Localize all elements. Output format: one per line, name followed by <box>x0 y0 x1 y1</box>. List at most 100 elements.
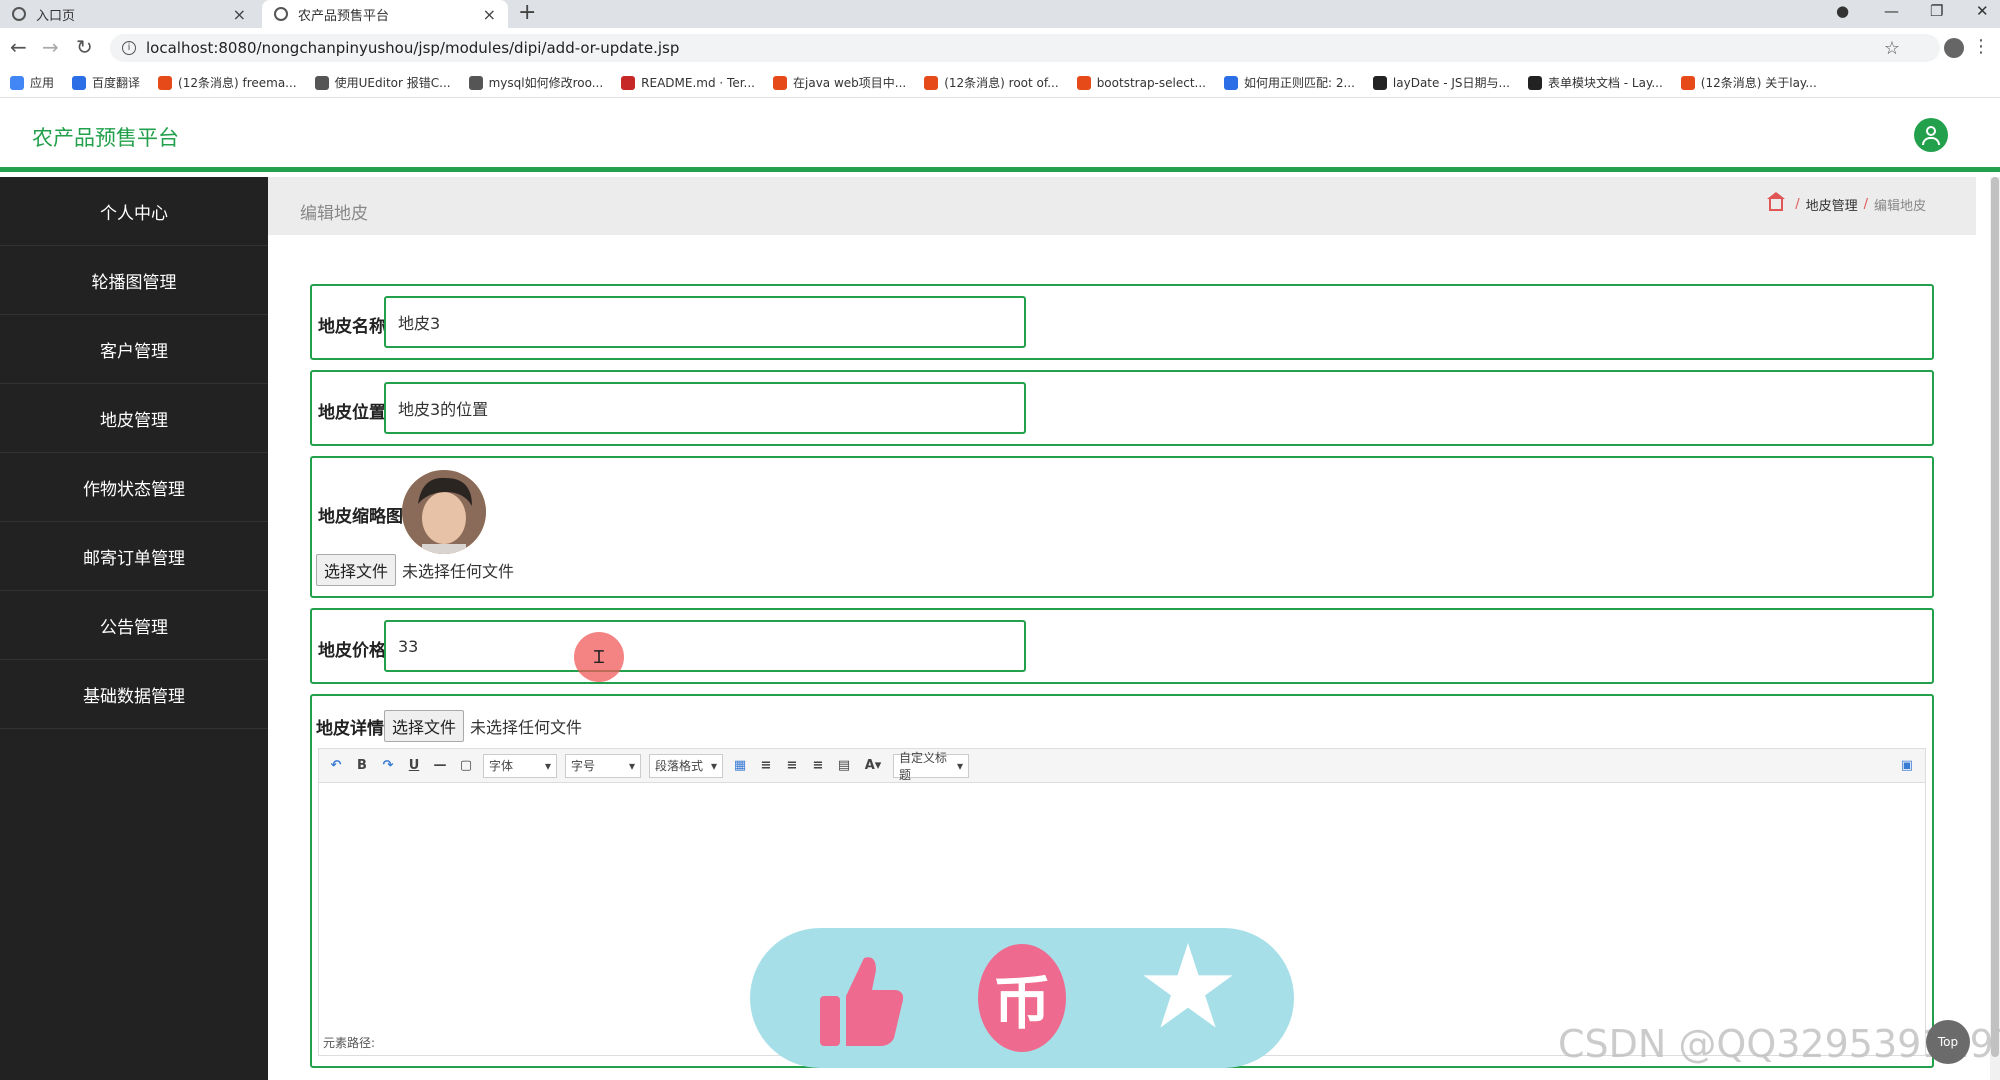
app-header: 农产品预售平台 <box>0 98 2000 172</box>
bookmark-label: layDate - JS日期与... <box>1392 76 1510 90</box>
browser-tab-entry[interactable]: 入口页 × <box>0 0 258 28</box>
app-title: 农产品预售平台 <box>32 126 179 150</box>
underline-icon[interactable]: U <box>405 758 423 773</box>
bookmark-star-icon[interactable]: ☆ <box>1884 38 1900 59</box>
minimize-icon[interactable]: — <box>1884 0 1899 28</box>
sidebar-item-customers[interactable]: 客户管理 <box>0 315 268 384</box>
page-title: 编辑地皮 <box>300 204 368 224</box>
bookmark-favicon-icon <box>158 75 173 90</box>
profile-dot-icon[interactable]: ● <box>1836 0 1849 28</box>
thumbnail-file-row: 选择文件 未选择任何文件 <box>316 554 514 586</box>
bookmark-label: 百度翻译 <box>92 76 141 90</box>
align-justify-icon[interactable]: ▤ <box>835 758 853 773</box>
bookmark-label: 表单模块文档 - Lay... <box>1547 76 1663 90</box>
bookmark-item[interactable]: (12条消息) 关于lay... <box>1680 74 1817 91</box>
browser-tab-platform[interactable]: 农产品预售平台 × <box>262 0 508 28</box>
account-icon[interactable] <box>1944 38 1964 58</box>
tab-close-icon[interactable]: × <box>233 5 246 24</box>
back-icon[interactable]: ← <box>10 36 27 58</box>
bookmark-item[interactable]: 如何用正则匹配: 2... <box>1223 74 1355 91</box>
bookmark-item[interactable]: (12条消息) freema... <box>158 74 297 91</box>
bookmark-item[interactable]: layDate - JS日期与... <box>1372 74 1510 91</box>
table-icon[interactable]: ▦ <box>731 758 749 773</box>
bookmark-label: README.md · Ter... <box>641 75 755 90</box>
bookmark-item[interactable]: 百度翻译 <box>72 74 140 91</box>
font-size-select[interactable]: 字号 ▾ <box>565 753 641 778</box>
horizontal-rule-icon[interactable]: — <box>431 758 449 773</box>
thumbs-up-icon[interactable] <box>816 952 906 1048</box>
bookmark-item[interactable]: README.md · Ter... <box>621 75 755 90</box>
align-left-icon[interactable]: ≡ <box>757 758 775 773</box>
bookmark-favicon-icon <box>1680 75 1695 90</box>
paragraph-format-select[interactable]: 段落格式 ▾ <box>649 753 723 778</box>
thumbnail-choose-file-button[interactable]: 选择文件 <box>316 554 397 586</box>
new-tab-button[interactable]: + <box>518 0 536 28</box>
field-land-price: 地皮价格 <box>310 608 1934 684</box>
align-center-icon[interactable]: ≡ <box>809 758 827 773</box>
globe-icon <box>12 7 26 21</box>
tab-label: 入口页 <box>36 8 76 24</box>
detail-file-status: 未选择任何文件 <box>470 718 583 737</box>
reaction-overlay: 币 ★ <box>750 928 1294 1068</box>
bookmark-item[interactable]: mysql如何修改roo... <box>468 74 603 91</box>
bookmark-item[interactable]: 表单模块文档 - Lay... <box>1527 74 1663 91</box>
land-price-input[interactable] <box>384 620 1026 672</box>
bookmark-item[interactable]: (12条消息) root of... <box>924 74 1059 91</box>
sidebar-item-mail-orders[interactable]: 邮寄订单管理 <box>0 522 268 591</box>
sidebar-item-announcements[interactable]: 公告管理 <box>0 591 268 660</box>
undo-icon[interactable]: ↶ <box>327 758 345 773</box>
bookmark-label: 应用 <box>30 76 55 90</box>
bookmark-label: (12条消息) 关于lay... <box>1700 76 1817 90</box>
coin-icon[interactable]: 币 <box>978 944 1066 1052</box>
favorite-star-icon[interactable]: ★ <box>1136 928 1240 1048</box>
breadcrumb-current: 编辑地皮 <box>1873 199 1926 214</box>
title-bar: 编辑地皮 / 地皮管理 / 编辑地皮 <box>268 177 1976 235</box>
info-icon[interactable]: i <box>122 41 136 55</box>
sidebar-item-carousel[interactable]: 轮播图管理 <box>0 246 268 315</box>
land-name-input[interactable] <box>384 296 1026 348</box>
field-land-thumbnail: 地皮缩略图 选择文件 未选择任何文件 <box>310 456 1934 598</box>
page-scrollbar[interactable] <box>1990 177 2000 1080</box>
font-family-select[interactable]: 字体 ▾ <box>483 753 557 778</box>
close-window-icon[interactable]: ✕ <box>1976 0 1989 28</box>
sidebar-item-personal-center[interactable]: 个人中心 <box>0 177 268 246</box>
custom-title-select[interactable]: 自定义标题 ▾ <box>893 751 969 782</box>
bookmark-favicon-icon <box>314 75 329 90</box>
home-icon[interactable] <box>1767 191 1786 211</box>
bookmark-favicon-icon <box>1527 75 1542 90</box>
browser-menu-icon[interactable]: ⋮ <box>1972 36 1990 57</box>
bookmark-favicon-icon <box>72 75 87 90</box>
blank-page-icon[interactable]: ▢ <box>457 758 475 773</box>
land-detail-label: 地皮详情 <box>316 718 384 739</box>
bookmark-item[interactable]: 应用 <box>10 74 54 91</box>
restore-icon[interactable]: ❐ <box>1930 0 1943 28</box>
reload-icon[interactable]: ↻ <box>76 36 93 58</box>
redo-icon[interactable]: ↷ <box>379 758 397 773</box>
bookmark-favicon-icon <box>621 75 636 90</box>
breadcrumb-parent[interactable]: 地皮管理 <box>1806 195 1858 214</box>
text-color-icon[interactable]: A▾ <box>861 758 885 773</box>
bookmark-label: 使用UEditor 报错C... <box>334 76 451 90</box>
bookmark-favicon-icon <box>1076 75 1091 90</box>
sidebar-item-base-data[interactable]: 基础数据管理 <box>0 660 268 729</box>
detail-choose-file-button[interactable]: 选择文件 <box>384 710 465 742</box>
align-right-icon[interactable]: ≡ <box>783 758 801 773</box>
land-location-input[interactable] <box>384 382 1026 434</box>
bookmark-item[interactable]: 在java web项目中... <box>773 74 906 91</box>
sidebar: 个人中心 轮播图管理 客户管理 地皮管理 作物状态管理 邮寄订单管理 公告管理 … <box>0 177 268 1080</box>
sidebar-item-land[interactable]: 地皮管理 <box>0 384 268 453</box>
bookmark-item[interactable]: bootstrap-select... <box>1076 75 1206 90</box>
user-avatar-icon[interactable] <box>1914 118 1948 152</box>
field-land-name: 地皮名称 <box>310 284 1934 360</box>
back-to-top-button[interactable]: Top <box>1926 1020 1970 1064</box>
fullscreen-icon[interactable]: ▣ <box>1901 758 1913 773</box>
url-field[interactable]: i localhost:8080/nongchanpinyushou/jsp/m… <box>110 34 1940 62</box>
forward-icon[interactable]: → <box>42 36 59 58</box>
bookmark-item[interactable]: 使用UEditor 报错C... <box>314 74 451 91</box>
bookmark-favicon-icon <box>10 75 24 90</box>
bold-icon[interactable]: B <box>353 758 371 773</box>
tab-close-icon[interactable]: × <box>483 5 496 24</box>
sidebar-item-crop-status[interactable]: 作物状态管理 <box>0 453 268 522</box>
thumbnail-file-status: 未选择任何文件 <box>402 562 515 581</box>
bookmark-favicon-icon <box>1223 75 1238 90</box>
